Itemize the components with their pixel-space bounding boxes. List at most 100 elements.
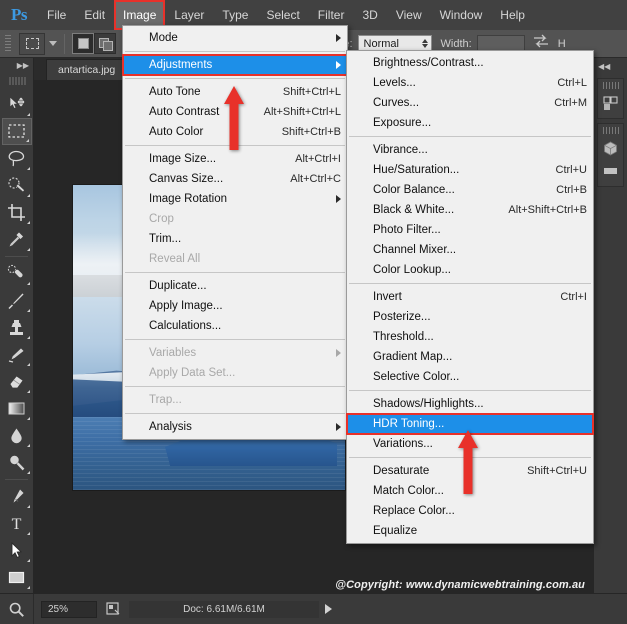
menu-item-channel-mixer[interactable]: Channel Mixer... xyxy=(347,240,593,260)
new-selection-button[interactable] xyxy=(72,33,94,54)
active-tool-preset-icon[interactable] xyxy=(19,32,45,55)
collapse-tools-icon[interactable]: ▶▶ xyxy=(0,58,33,73)
zoom-level-field[interactable]: 25% xyxy=(41,600,97,618)
menu-item-color-balance[interactable]: Color Balance... Ctrl+B xyxy=(347,180,593,200)
eraser-tool[interactable] xyxy=(2,368,32,395)
menu-item-label: Shadows/Highlights... xyxy=(373,398,484,410)
menu-item-curves[interactable]: Curves... Ctrl+M xyxy=(347,93,593,113)
brush-tool[interactable] xyxy=(2,287,32,314)
menu-item-vibrance[interactable]: Vibrance... xyxy=(347,140,593,160)
quick-selection-tool[interactable] xyxy=(2,172,32,199)
menu-help[interactable]: Help xyxy=(491,0,534,30)
menu-item-analysis[interactable]: Analysis xyxy=(123,417,347,437)
submenu-arrow-icon xyxy=(336,61,341,69)
menu-item-image-size[interactable]: Image Size... Alt+Ctrl+I xyxy=(123,149,347,169)
menu-item-image-rotation[interactable]: Image Rotation xyxy=(123,189,347,209)
add-to-selection-button[interactable] xyxy=(94,33,116,54)
menu-separator xyxy=(125,78,345,79)
menu-item-levels[interactable]: Levels... Ctrl+L xyxy=(347,73,593,93)
status-zoom-icon[interactable] xyxy=(0,593,34,624)
menu-item-posterize[interactable]: Posterize... xyxy=(347,307,593,327)
options-divider xyxy=(64,33,65,54)
menu-separator xyxy=(349,136,591,137)
menu-item-calculations[interactable]: Calculations... xyxy=(123,316,347,336)
tools-panel-grip[interactable] xyxy=(7,75,26,87)
copyright-watermark: @Copyright: www.dynamicwebtraining.com.a… xyxy=(335,579,585,591)
menu-item-label: Replace Color... xyxy=(373,505,455,517)
panel-grip[interactable] xyxy=(602,127,619,134)
tool-more-indicator xyxy=(26,390,30,393)
menu-item-label: Exposure... xyxy=(373,117,432,129)
three-d-panel-icon[interactable] xyxy=(599,137,623,159)
menu-item-mode[interactable]: Mode xyxy=(123,28,347,48)
menu-window[interactable]: Window xyxy=(431,0,492,30)
menu-item-label: Image Size... xyxy=(149,153,217,165)
document-tab-antartica[interactable]: antartica.jpg xyxy=(46,59,128,80)
submenu-arrow-icon xyxy=(336,349,341,357)
menu-item-label: HDR Toning... xyxy=(373,418,445,430)
menu-item-reveal-all: Reveal All xyxy=(123,249,347,269)
menu-item-exposure[interactable]: Exposure... xyxy=(347,113,593,133)
menu-item-equalize[interactable]: Equalize xyxy=(347,521,593,541)
document-size-info: Doc: 6.61M/6.61M xyxy=(129,600,319,618)
menu-item-trap: Trap... xyxy=(123,390,347,410)
menu-item-canvas-size[interactable]: Canvas Size... Alt+Ctrl+C xyxy=(123,169,347,189)
expand-panels-icon[interactable]: ◀◀ xyxy=(594,58,627,74)
menu-item-variables: Variables xyxy=(123,343,347,363)
crop-tool[interactable] xyxy=(2,199,32,226)
gradient-tool[interactable] xyxy=(2,395,32,422)
menu-view[interactable]: View xyxy=(387,0,431,30)
marquee-icon xyxy=(25,38,39,49)
properties-panel-icon[interactable] xyxy=(599,160,623,182)
history-brush-tool[interactable] xyxy=(2,341,32,368)
rectangular-marquee-tool[interactable] xyxy=(1,118,32,145)
menu-item-label: Curves... xyxy=(373,97,420,109)
menu-item-replace-color[interactable]: Replace Color... xyxy=(347,501,593,521)
menu-item-shortcut: Alt+Ctrl+C xyxy=(290,173,341,185)
menu-item-brightness-contrast[interactable]: Brightness/Contrast... xyxy=(347,53,593,73)
menu-file[interactable]: File xyxy=(38,0,75,30)
lasso-tool[interactable] xyxy=(2,145,32,172)
width-label: Width: xyxy=(440,37,472,50)
add-selection-icon xyxy=(99,38,113,51)
menu-item-black-white[interactable]: Black & White... Alt+Shift+Ctrl+B xyxy=(347,200,593,220)
menu-item-shadows-highlights[interactable]: Shadows/Highlights... xyxy=(347,394,593,414)
menu-item-label: Auto Tone xyxy=(149,86,201,98)
status-options-arrow-icon[interactable] xyxy=(325,604,332,614)
move-tool[interactable] xyxy=(2,91,32,118)
menu-separator xyxy=(125,272,345,273)
options-bar-grip[interactable] xyxy=(5,34,11,53)
menu-item-adjustments[interactable]: Adjustments xyxy=(122,54,348,76)
menu-item-threshold[interactable]: Threshold... xyxy=(347,327,593,347)
document-info-icon[interactable] xyxy=(104,601,122,617)
spot-healing-brush-tool[interactable] xyxy=(2,260,32,287)
clone-stamp-tool[interactable] xyxy=(2,314,32,341)
menu-item-apply-image[interactable]: Apply Image... xyxy=(123,296,347,316)
menu-item-photo-filter[interactable]: Photo Filter... xyxy=(347,220,593,240)
menu-separator xyxy=(349,390,591,391)
horizontal-type-tool[interactable]: T xyxy=(2,510,32,537)
menu-3d[interactable]: 3D xyxy=(353,0,386,30)
dodge-tool[interactable] xyxy=(2,449,32,476)
pen-tool[interactable] xyxy=(2,483,32,510)
arrow-pointing-to-adjustments xyxy=(224,86,244,150)
adjustments-panel-icon[interactable] xyxy=(599,92,623,114)
menu-item-invert[interactable]: Invert Ctrl+I xyxy=(347,287,593,307)
tool-more-indicator xyxy=(26,248,30,251)
tool-preset-chevron-down-icon[interactable] xyxy=(49,41,57,46)
panel-grip[interactable] xyxy=(602,82,619,89)
eyedropper-tool[interactable] xyxy=(2,226,32,253)
menu-item-hue-saturation[interactable]: Hue/Saturation... Ctrl+U xyxy=(347,160,593,180)
menu-item-gradient-map[interactable]: Gradient Map... xyxy=(347,347,593,367)
menu-item-selective-color[interactable]: Selective Color... xyxy=(347,367,593,387)
menu-item-label: Canvas Size... xyxy=(149,173,224,185)
path-selection-tool[interactable] xyxy=(2,537,32,564)
menu-edit[interactable]: Edit xyxy=(75,0,114,30)
menu-item-duplicate[interactable]: Duplicate... xyxy=(123,276,347,296)
menu-item-label: Apply Image... xyxy=(149,300,223,312)
blur-tool[interactable] xyxy=(2,422,32,449)
rectangle-tool[interactable] xyxy=(2,564,32,591)
menu-item-shortcut: Alt+Ctrl+I xyxy=(295,153,341,165)
menu-item-color-lookup[interactable]: Color Lookup... xyxy=(347,260,593,280)
menu-item-trim[interactable]: Trim... xyxy=(123,229,347,249)
